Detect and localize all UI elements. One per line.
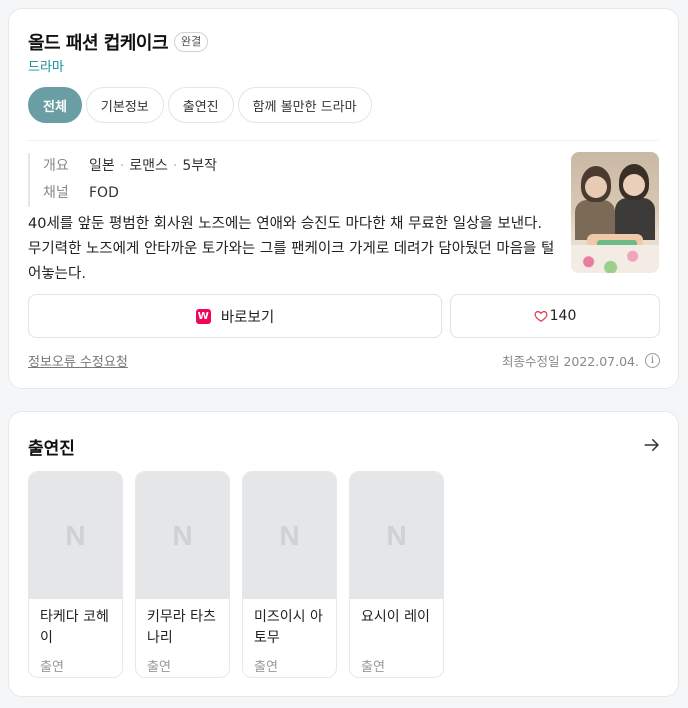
like-count: 140 bbox=[549, 308, 577, 324]
report-error-link[interactable]: 정보오류 수정요청 bbox=[28, 351, 128, 370]
title-row: 올드 패션 컵케이크 완결 bbox=[28, 29, 209, 55]
channel-row: 채널 FOD bbox=[43, 180, 217, 207]
overview-label: 개요 bbox=[43, 158, 69, 174]
cast-member-name: 요시이 레이 bbox=[361, 609, 430, 625]
episodes-text: 5부작 bbox=[182, 158, 217, 174]
overview-row: 개요 일본 · 로맨스 · 5부작 bbox=[43, 153, 217, 180]
meta-info: 개요 일본 · 로맨스 · 5부작 채널 FOD bbox=[28, 153, 217, 207]
cast-photo-placeholder: N bbox=[136, 472, 229, 599]
cast-section-title[interactable]: 출연진 bbox=[28, 434, 75, 459]
status-badge: 완결 bbox=[174, 32, 209, 52]
cast-member-card[interactable]: N 타케다 코헤이 출연 bbox=[28, 471, 123, 678]
heart-icon bbox=[534, 311, 548, 322]
cast-photo-placeholder: N bbox=[29, 472, 122, 599]
divider bbox=[28, 140, 659, 141]
tab-all[interactable]: 전체 bbox=[28, 87, 82, 123]
watch-label: 바로보기 bbox=[220, 309, 275, 326]
cast-member-name: 키무라 타츠나리 bbox=[147, 609, 216, 646]
arrow-right-icon[interactable] bbox=[643, 436, 661, 454]
cast-photo-placeholder: N bbox=[243, 472, 336, 599]
cast-list: N 타케다 코헤이 출연 N 키무라 타츠나리 출연 N 미즈이시 아토무 출연… bbox=[28, 471, 444, 678]
channel-value: FOD bbox=[89, 185, 119, 201]
last-updated-text: 최종수정일 2022.07.04. bbox=[501, 354, 639, 369]
channel-label: 채널 bbox=[43, 185, 69, 201]
genre-text[interactable]: 로맨스 bbox=[129, 153, 168, 180]
cast-member-role: 출연 bbox=[147, 660, 171, 675]
genre-link[interactable]: 드라마 bbox=[28, 56, 64, 75]
cast-card-section: 출연진 N 타케다 코헤이 출연 N 키무라 타츠나리 출연 N 미즈이시 아토… bbox=[8, 411, 679, 697]
drama-poster-image[interactable] bbox=[571, 152, 659, 273]
cast-member-card[interactable]: N 요시이 레이 출연 bbox=[349, 471, 444, 678]
cast-member-role: 출연 bbox=[254, 660, 278, 675]
tab-basic-info[interactable]: 기본정보 bbox=[85, 87, 164, 123]
tab-similar-dramas[interactable]: 함께 볼만한 드라마 bbox=[237, 87, 372, 123]
tab-bar: 전체 기본정보 출연진 함께 볼만한 드라마 bbox=[28, 87, 372, 123]
info-icon[interactable]: i bbox=[645, 353, 660, 368]
cast-member-name: 타케다 코헤이 bbox=[40, 609, 109, 646]
drama-info-card: 올드 패션 컵케이크 완결 드라마 전체 기본정보 출연진 함께 볼만한 드라마… bbox=[8, 8, 679, 389]
page-title[interactable]: 올드 패션 컵케이크 bbox=[28, 29, 169, 55]
cast-member-role: 출연 bbox=[40, 660, 64, 675]
cast-member-role: 출연 bbox=[361, 660, 385, 675]
tab-cast[interactable]: 출연진 bbox=[167, 87, 234, 123]
cast-member-name: 미즈이시 아토무 bbox=[254, 609, 323, 646]
country-text[interactable]: 일본 bbox=[89, 153, 115, 180]
cast-photo-placeholder: N bbox=[350, 472, 443, 599]
cast-member-card[interactable]: N 미즈이시 아토무 출연 bbox=[242, 471, 337, 678]
cast-member-card[interactable]: N 키무라 타츠나리 출연 bbox=[135, 471, 230, 678]
overview-value: 일본 · 로맨스 · 5부작 bbox=[89, 153, 217, 180]
watch-button[interactable]: W 바로보기 bbox=[28, 294, 442, 338]
wavve-logo-icon: W bbox=[195, 308, 211, 324]
like-button[interactable]: 140 bbox=[450, 294, 660, 338]
last-updated: 최종수정일 2022.07.04. i bbox=[502, 351, 660, 370]
synopsis: 40세를 앞둔 평범한 회사원 노즈에는 연애와 승진도 마다한 채 무료한 일… bbox=[28, 216, 555, 282]
